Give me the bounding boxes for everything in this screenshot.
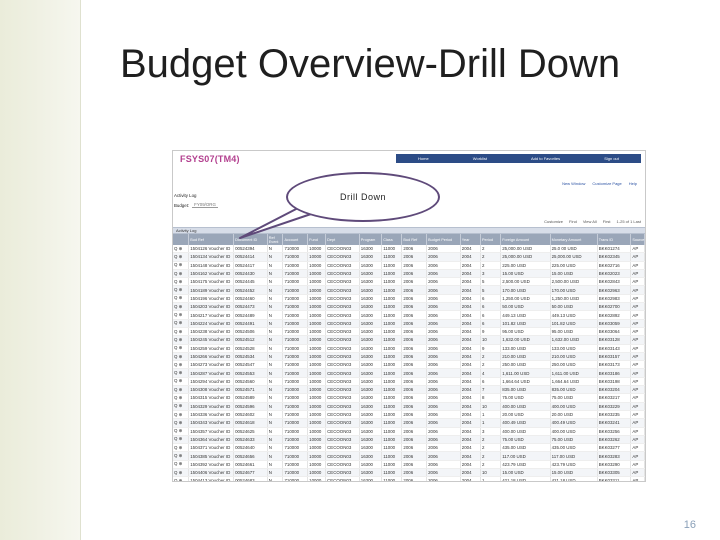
drill-down-callout: Drill Down bbox=[286, 172, 440, 222]
slide-number: 16 bbox=[683, 519, 696, 531]
callout-pointer bbox=[239, 206, 315, 239]
callout-text: Drill Down bbox=[339, 192, 386, 202]
